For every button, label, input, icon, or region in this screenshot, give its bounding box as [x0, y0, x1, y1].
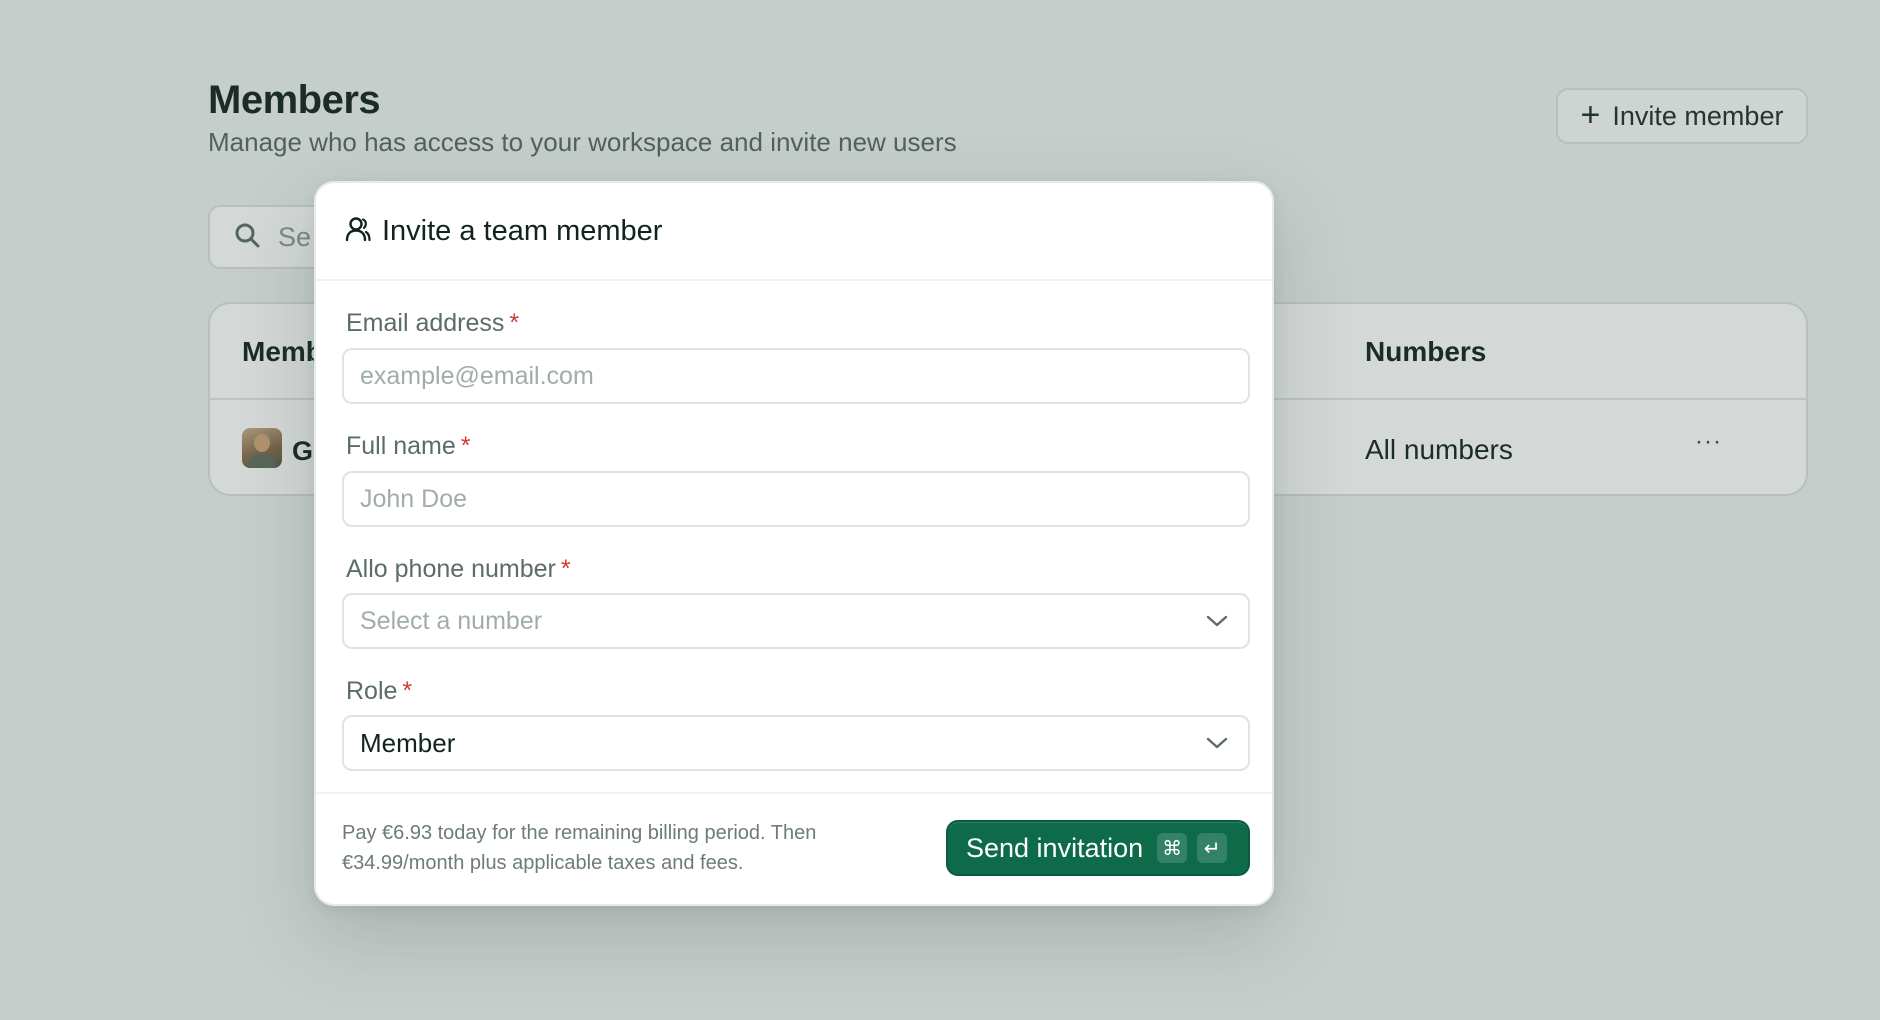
user-icon — [344, 215, 372, 248]
phone-number-label-text: Allo phone number — [346, 555, 556, 583]
command-key-icon: ⌘ — [1157, 833, 1188, 863]
email-label: Email address * — [346, 309, 519, 338]
chevron-down-icon — [1206, 735, 1228, 756]
phone-number-placeholder: Select a number — [360, 606, 543, 635]
email-label-text: Email address — [346, 309, 505, 337]
enter-key-icon: ↵ — [1197, 833, 1228, 863]
phone-number-label: Allo phone number * — [346, 555, 571, 584]
required-marker: * — [560, 555, 571, 583]
email-placeholder: example@email.com — [360, 361, 594, 390]
full-name-label: Full name * — [346, 432, 471, 461]
full-name-label-text: Full name — [346, 432, 456, 460]
required-marker: * — [509, 309, 520, 337]
invite-modal: Invite a team member Email address * exam… — [314, 181, 1274, 906]
full-name-field[interactable]: John Doe — [342, 471, 1250, 527]
role-label: Role * — [346, 677, 412, 706]
modal-title: Invite a team member — [382, 214, 663, 247]
role-select[interactable]: Member — [342, 715, 1250, 771]
phone-number-select[interactable]: Select a number — [342, 593, 1250, 649]
role-value: Member — [360, 727, 456, 758]
role-label-text: Role — [346, 677, 398, 705]
billing-notice: Pay €6.93 today for the remaining billin… — [342, 822, 817, 874]
required-marker: * — [402, 677, 413, 705]
email-field[interactable]: example@email.com — [342, 348, 1250, 404]
send-invitation-label: Send invitation — [966, 832, 1144, 863]
send-invitation-button[interactable]: Send invitation ⌘ ↵ — [946, 820, 1250, 876]
chevron-down-icon — [1206, 613, 1228, 634]
modal-header: Invite a team member — [316, 183, 1272, 281]
required-marker: * — [460, 432, 471, 460]
full-name-placeholder: John Doe — [360, 484, 468, 513]
modal-footer: Pay €6.93 today for the remaining billin… — [316, 792, 1272, 904]
